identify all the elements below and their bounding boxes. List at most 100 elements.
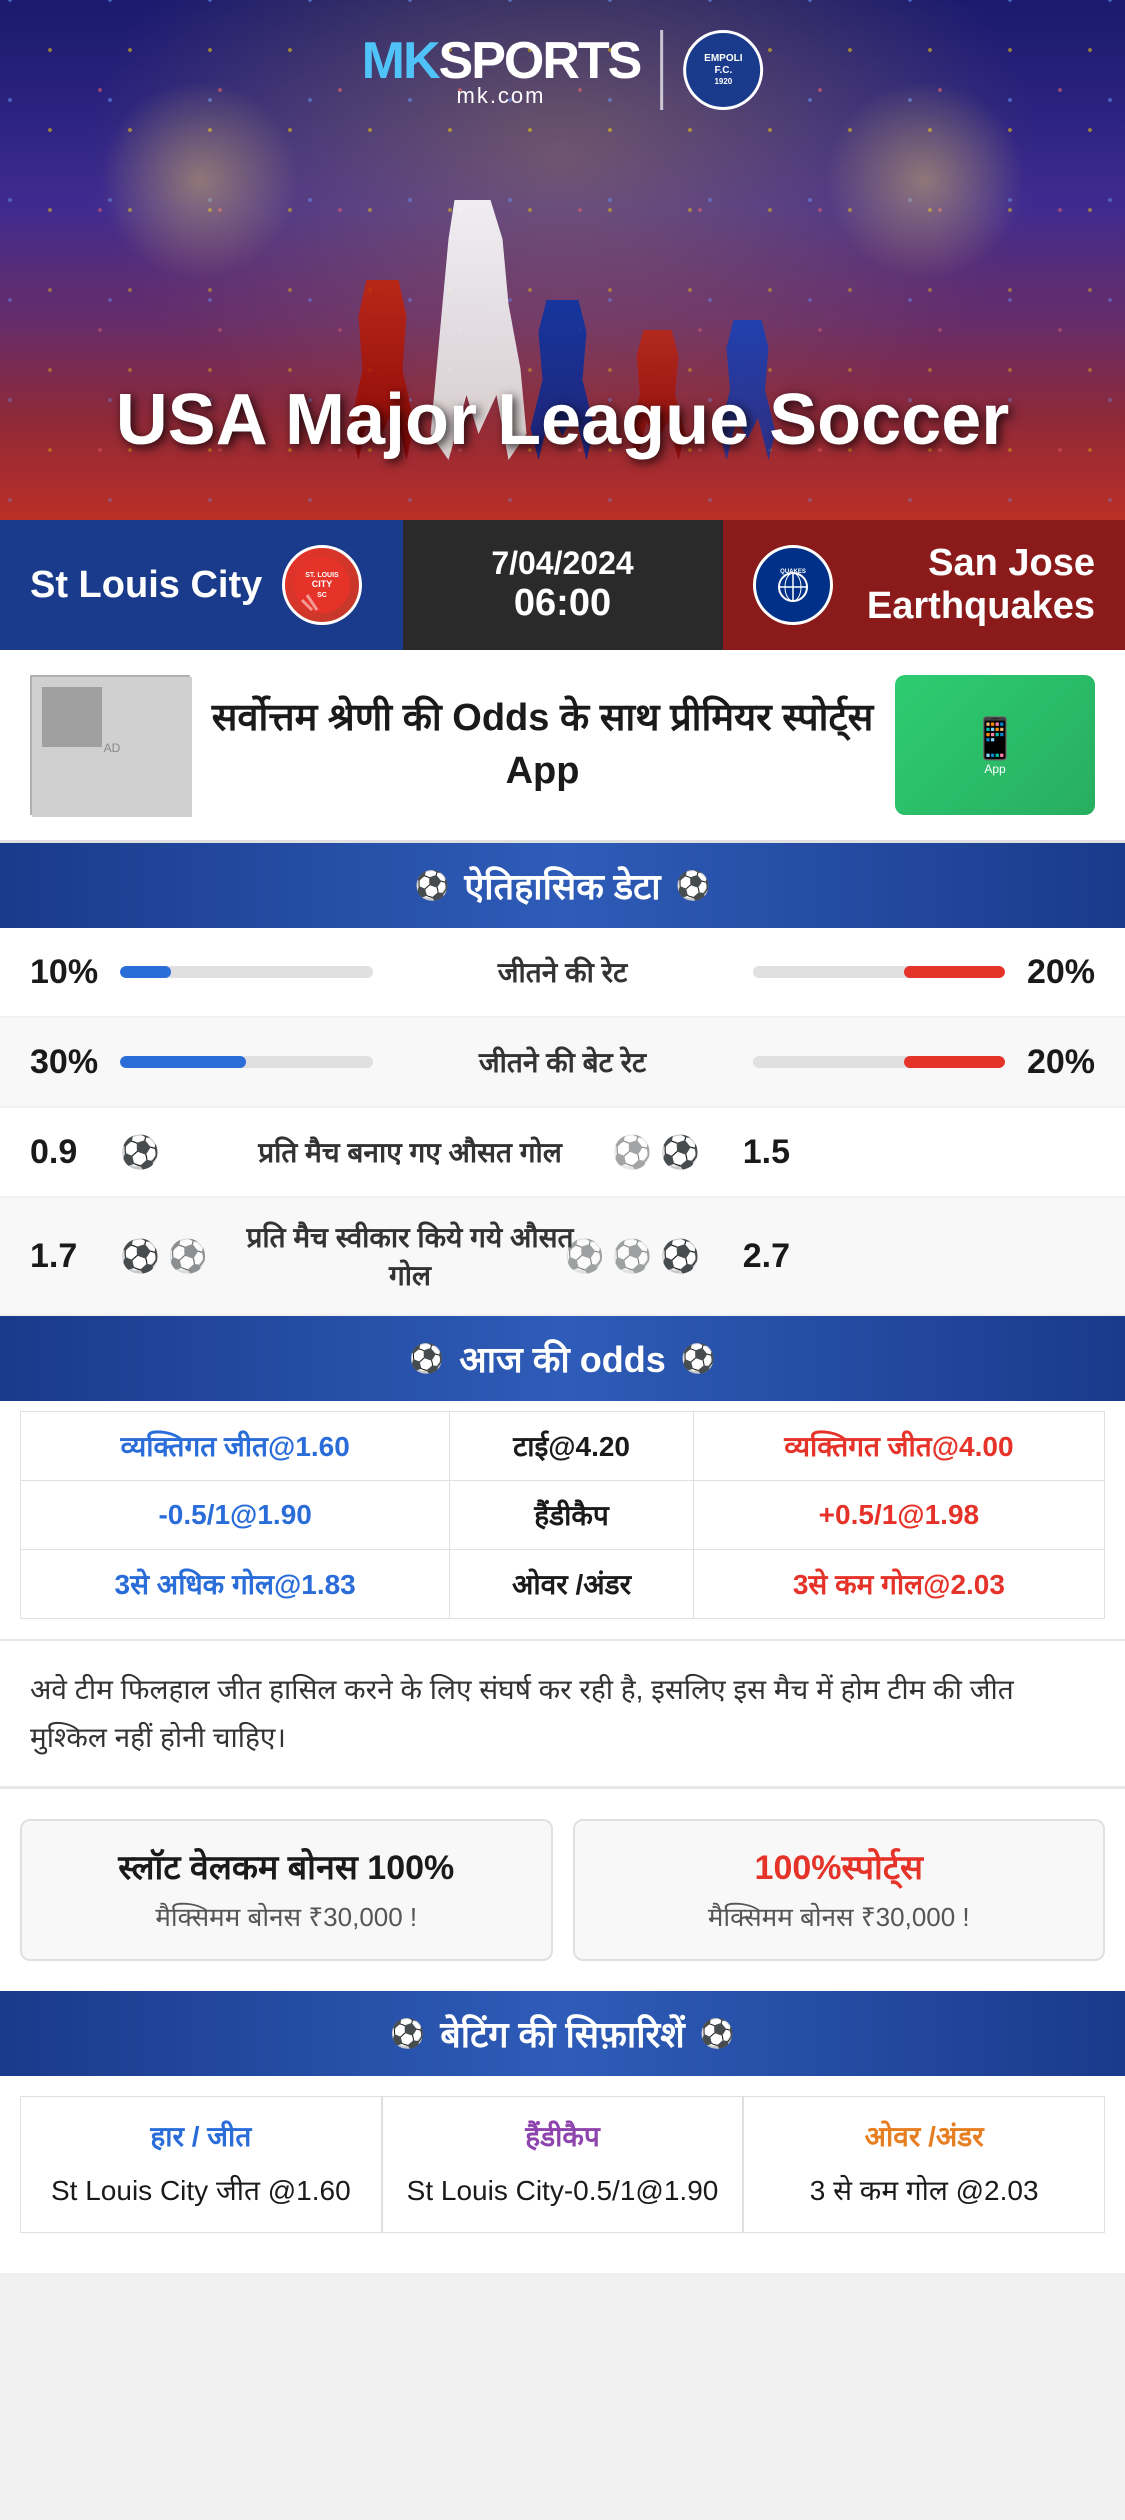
stat-left-value-1: 10% (30, 953, 120, 992)
odds-table: व्यक्तिगत जीत@1.60 टाई@4.20 व्यक्तिगत जी… (20, 1411, 1105, 1619)
stat-label-2: जीतने की बेट रेट (393, 1043, 733, 1081)
stat-bar-right-1 (753, 966, 1006, 978)
ball-red-faded-1: ⚽ (612, 1133, 652, 1171)
ball-blue-1: ⚽ (120, 1133, 160, 1171)
partner-year: 1920 (704, 77, 742, 87)
stat-row-bet-rate: 30% जीतने की बेट रेट 20% (0, 1018, 1125, 1108)
stat-bar-right-2 (753, 1056, 1006, 1068)
stat-label-1: जीतने की रेट (393, 953, 733, 991)
mk-logo-text-block: MKSPORTS mk.com (362, 31, 641, 109)
stat-icons-right-4: ⚽ ⚽ ⚽ (580, 1237, 700, 1275)
brand-logo[interactable]: MKSPORTS mk.com EMPOLI F.C. 1920 (362, 30, 764, 110)
logo-divider (660, 30, 663, 110)
odds-away-win[interactable]: व्यक्तिगत जीत@4.00 (693, 1412, 1104, 1481)
odds-over[interactable]: 3से अधिक गोल@1.83 (21, 1550, 450, 1619)
bonus-section: स्लॉट वेलकम बोनस 100% मैक्सिमम बोनस ₹30,… (0, 1786, 1125, 1991)
league-title-area: USA Major League Soccer (0, 381, 1125, 460)
partner-name: EMPOLI F.C. 1920 (704, 53, 742, 87)
ball-icon-reco-left: ⚽ (390, 2017, 425, 2050)
analysis-section: अवे टीम फिलहाल जीत हासिल करने के लिए संघ… (0, 1639, 1125, 1786)
historical-data-section: ⚽ ऐतिहासिक डेटा ⚽ 10% जीतने की रेट 20% 3… (0, 843, 1125, 1316)
sports-text: SPORTS (439, 32, 641, 90)
away-team-section: QUAKES San Jose Earthquakes (723, 520, 1125, 650)
partner-logo: EMPOLI F.C. 1920 (683, 30, 763, 110)
stat-bar-fill-left-1 (120, 966, 171, 978)
bonus-slots-title: स्लॉट वेलकम बोनस 100% (42, 1846, 531, 1890)
bonus-card-slots[interactable]: स्लॉट वेलकम बोनस 100% मैक्सिमम बोनस ₹30,… (20, 1819, 553, 1961)
odds-handicap-home[interactable]: -0.5/1@1.90 (21, 1481, 450, 1550)
reco-card-3-title: ओवर /अंडर (759, 2117, 1089, 2155)
promo-app-image[interactable]: 📱 App (895, 675, 1095, 815)
reco-section-header: ⚽ बेटिंग की सिफ़ारिशें ⚽ (0, 1991, 1125, 2076)
odds-handicap-label: हैंडीकैप (450, 1481, 693, 1550)
match-time: 06:00 (514, 582, 611, 625)
recommendations-section: ⚽ बेटिंग की सिफ़ारिशें ⚽ हार / जीत St Lo… (0, 1991, 1125, 2273)
light-left (100, 80, 300, 280)
stat-bar-left-2 (120, 1056, 373, 1068)
promo-text: सर्वोत्तम श्रेणी की Odds के साथ प्रीमियर… (210, 692, 875, 798)
home-team-name: St Louis City (30, 564, 262, 607)
promo-text-content: सर्वोत्तम श्रेणी की Odds के साथ प्रीमियर… (212, 697, 874, 792)
reco-card-win-loss[interactable]: हार / जीत St Louis City जीत @1.60 (20, 2096, 382, 2233)
bonus-slots-title-text: स्लॉट वेलकम बोनस 100% (118, 1849, 454, 1887)
bonus-sports-title-text: 100%स्पोर्ट्स (755, 1849, 923, 1887)
reco-card-2-title: हैंडीकैप (398, 2117, 728, 2155)
odds-home-win[interactable]: व्यक्तिगत जीत@1.60 (21, 1412, 450, 1481)
odds-row-3: 3से अधिक गोल@1.83 ओवर /अंडर 3से कम गोल@2… (21, 1550, 1105, 1619)
bonus-slots-subtitle: मैक्सिमम बोनस ₹30,000 ! (42, 1898, 531, 1934)
stat-label-3: प्रति मैच बनाए गए औसत गोल (240, 1133, 580, 1171)
stat-icons-left-4: ⚽ ⚽ (120, 1237, 240, 1275)
bonus-sports-subtitle-text: मैक्सिमम बोनस ₹30,000 ! (708, 1902, 970, 1932)
stat-right-value-2: 20% (1005, 1043, 1095, 1082)
promo-placeholder-svg: AD (32, 677, 192, 817)
analysis-text: अवे टीम फिलहाल जीत हासिल करने के लिए संघ… (30, 1666, 1095, 1761)
match-date: 7/04/2024 (491, 545, 633, 582)
odds-row-1: व्यक्तिगत जीत@1.60 टाई@4.20 व्यक्तिगत जी… (21, 1412, 1105, 1481)
odds-handicap-away[interactable]: +0.5/1@1.98 (693, 1481, 1104, 1550)
svg-text:AD: AD (104, 741, 121, 755)
sj-logo-svg: QUAKES (763, 555, 823, 615)
stat-bar-fill-right-2 (904, 1056, 1005, 1068)
promo-banner[interactable]: AD सर्वोत्तम श्रेणी की Odds के साथ प्रीम… (0, 650, 1125, 843)
odds-tie[interactable]: टाई@4.20 (450, 1412, 693, 1481)
svg-text:CITY: CITY (312, 579, 333, 589)
odds-row-2: -0.5/1@1.90 हैंडीकैप +0.5/1@1.98 (21, 1481, 1105, 1550)
match-info-bar: St Louis City ST. LOUIS CITY SC 7/04/202… (0, 520, 1125, 650)
bonus-card-sports[interactable]: 100%स्पोर्ट्स मैक्सिमम बोनस ₹30,000 ! (573, 1819, 1106, 1961)
stat-right-value-3: 1.5 (700, 1133, 790, 1172)
light-right (825, 80, 1025, 280)
reco-card-over-under[interactable]: ओवर /अंडर 3 से कम गोल @2.03 (743, 2096, 1105, 2233)
ball-red-faded-3: ⚽ (612, 1237, 652, 1275)
promo-image-placeholder: AD (30, 675, 190, 815)
stat-right-value-4: 2.7 (700, 1237, 790, 1276)
bonus-slots-subtitle-text: मैक्सिमम बोनस ₹30,000 ! (155, 1902, 417, 1932)
stat-right-value-1: 20% (1005, 953, 1095, 992)
svg-text:ST. LOUIS: ST. LOUIS (306, 572, 340, 579)
ball-icon-left: ⚽ (415, 869, 450, 902)
stl-logo-svg: ST. LOUIS CITY SC (292, 555, 352, 615)
away-team-logo: QUAKES (753, 545, 833, 625)
reco-card-handicap[interactable]: हैंडीकैप St Louis City-0.5/1@1.90 (382, 2096, 744, 2233)
historical-section-title: ऐतिहासिक डेटा (464, 861, 660, 910)
reco-card-3-value: 3 से कम गोल @2.03 (759, 2170, 1089, 2212)
ball-red-1: ⚽ (660, 1133, 700, 1171)
stat-left-value-3: 0.9 (30, 1133, 120, 1172)
ball-blue-3: ⚽ (168, 1237, 208, 1275)
home-team-section: St Louis City ST. LOUIS CITY SC (0, 520, 403, 650)
brand-name: MKSPORTS (362, 31, 641, 91)
stat-icons-left-3: ⚽ (120, 1133, 240, 1171)
ball-icon-right: ⚽ (676, 869, 711, 902)
stat-left-value-4: 1.7 (30, 1237, 120, 1276)
stat-bar-left-1 (120, 966, 373, 978)
bonus-sports-title: 100%स्पोर्ट्स (595, 1846, 1084, 1890)
reco-card-1-value: St Louis City जीत @1.60 (36, 2170, 366, 2212)
odds-over-under-label: ओवर /अंडर (450, 1550, 693, 1619)
odds-section-header: ⚽ आज की odds ⚽ (0, 1316, 1125, 1401)
ball-icon-odds-right: ⚽ (681, 1342, 716, 1375)
stat-bar-fill-left-2 (120, 1056, 246, 1068)
stat-label-4: प्रति मैच स्वीकार किये गये औसत गोल (240, 1218, 580, 1294)
bonus-sports-subtitle: मैक्सिमम बोनस ₹30,000 ! (595, 1898, 1084, 1934)
ball-red-faded-2: ⚽ (564, 1237, 604, 1275)
odds-under[interactable]: 3से कम गोल@2.03 (693, 1550, 1104, 1619)
stat-bar-fill-right-1 (904, 966, 1005, 978)
